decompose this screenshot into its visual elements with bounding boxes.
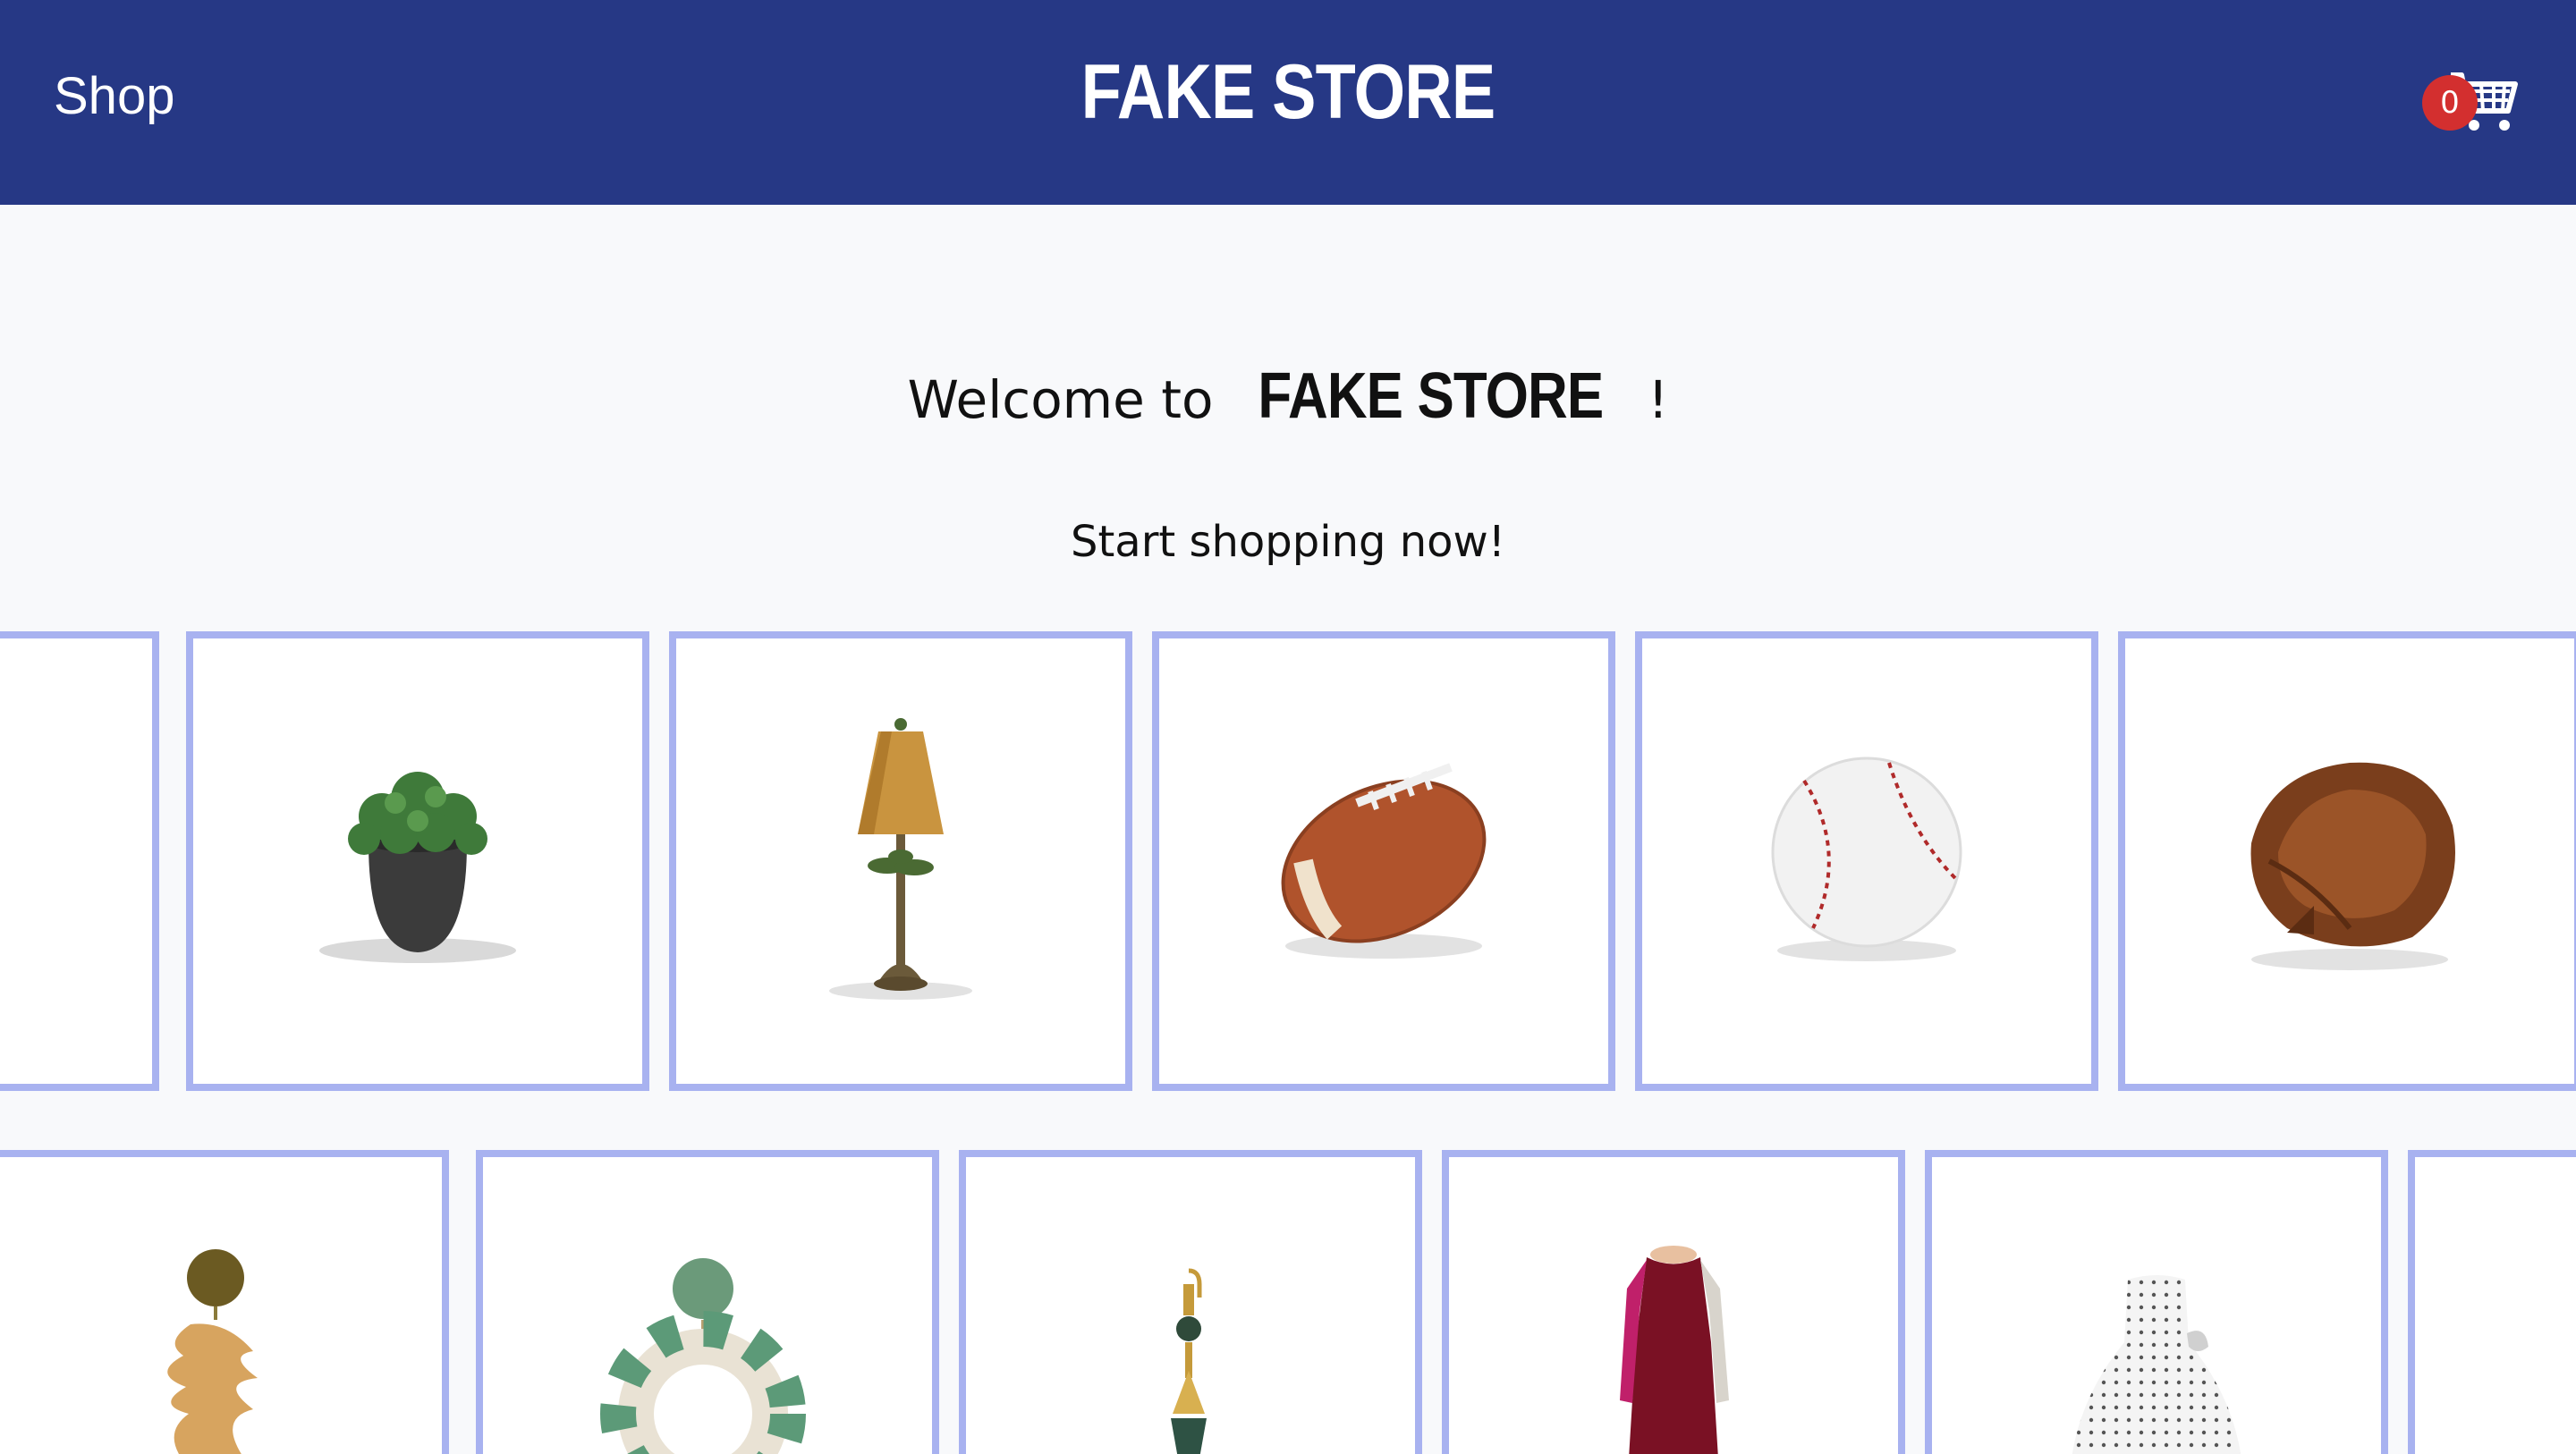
baseball-image	[1771, 757, 1962, 961]
product-card[interactable]	[0, 1150, 449, 1454]
product-card[interactable]	[1442, 1150, 1905, 1454]
partial-product-image	[0, 727, 17, 995]
product-card[interactable]	[0, 631, 159, 1091]
product-carousel-row-2	[0, 1150, 2576, 1454]
product-card[interactable]	[2118, 631, 2576, 1091]
product-card[interactable]	[1635, 631, 2098, 1091]
american-football-image	[1281, 763, 1487, 959]
palm-table-lamp-image	[829, 718, 972, 1000]
checkered-hoop-earring-image	[600, 1258, 806, 1454]
drop-earring-image	[1171, 1268, 1207, 1454]
cart-count-badge: 0	[2422, 75, 2478, 131]
welcome-brand: FAKE STORE	[1258, 360, 1604, 432]
product-card[interactable]	[476, 1150, 939, 1454]
product-carousel-row-1	[0, 631, 2576, 1096]
cart-button[interactable]: 0	[2415, 61, 2531, 141]
welcome-prefix: Welcome to	[907, 369, 1230, 430]
welcome-subtitle: Start shopping now!	[1070, 517, 1506, 567]
leaf-earring-image	[167, 1249, 258, 1454]
product-card[interactable]	[959, 1150, 1422, 1454]
product-card[interactable]	[1925, 1150, 2388, 1454]
product-card[interactable]	[2408, 1150, 2576, 1454]
store-logo[interactable]: FAKE STORE	[181, 48, 2396, 137]
product-card[interactable]	[186, 631, 649, 1091]
polka-dot-dress-image	[2072, 1275, 2241, 1454]
maroon-dress-image	[1620, 1246, 1729, 1454]
top-navbar: Shop FAKE STORE 0	[0, 0, 2576, 205]
product-card[interactable]	[669, 631, 1132, 1091]
welcome-suffix: !	[1631, 369, 1669, 430]
welcome-heading: Welcome to FAKE STORE !	[0, 359, 2576, 433]
product-card[interactable]	[1152, 631, 1615, 1091]
shop-link[interactable]: Shop	[54, 66, 174, 126]
partial-product-image	[2550, 1177, 2576, 1445]
baseball-glove-image	[2250, 762, 2455, 970]
potted-plant-image	[319, 772, 516, 963]
